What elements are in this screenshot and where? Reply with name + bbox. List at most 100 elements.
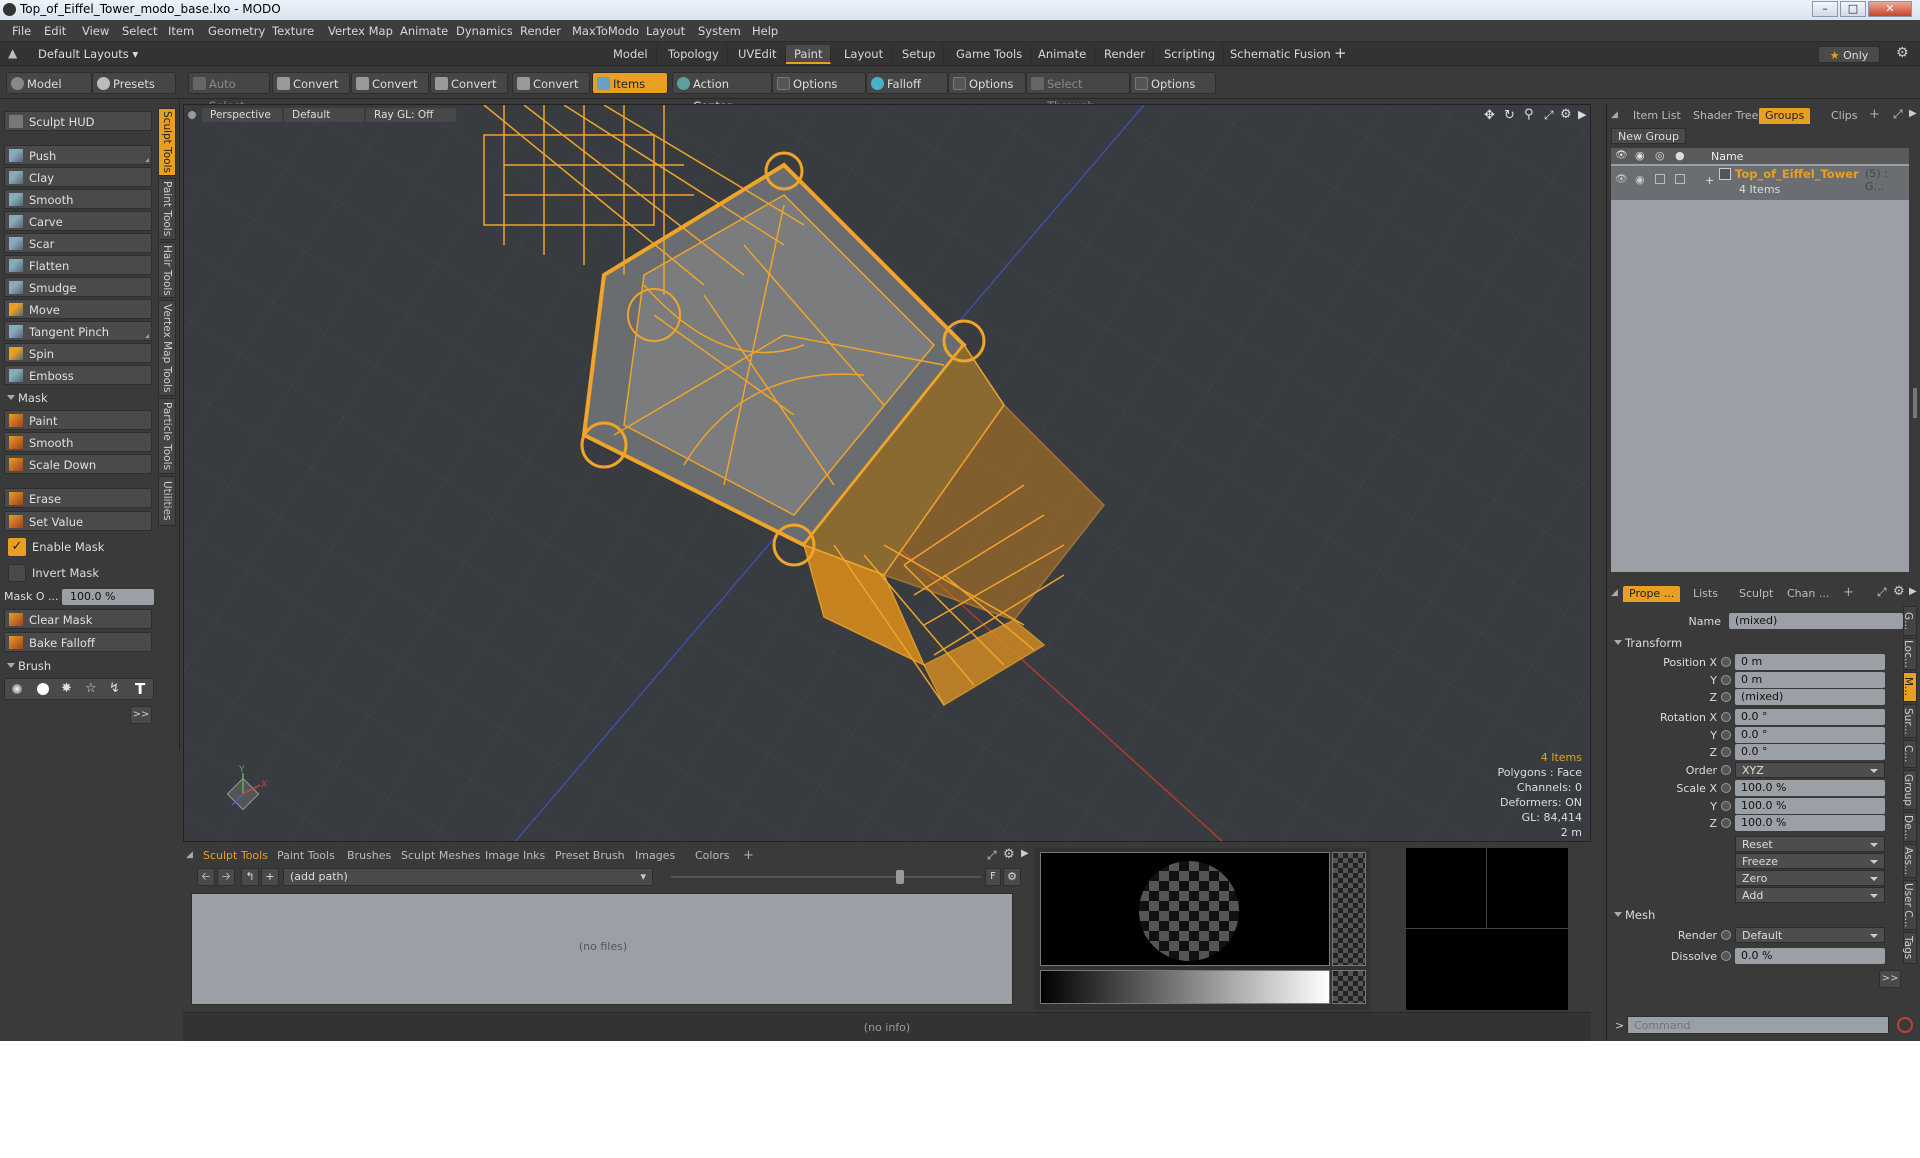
pos-y-anim-dot[interactable] (1721, 675, 1731, 685)
order-dropdown[interactable]: XYZ (1735, 762, 1885, 778)
tab-setup[interactable]: Setup (894, 45, 945, 64)
menu-maxtomodo[interactable]: MaxToModo (572, 24, 639, 38)
order-anim-dot[interactable] (1721, 765, 1731, 775)
tab-groups[interactable]: Groups (1759, 108, 1811, 124)
move-tool[interactable]: Move (4, 299, 152, 319)
more-brushes-button[interactable]: >> (130, 706, 152, 724)
menu-render[interactable]: Render (520, 24, 561, 38)
file-list-area[interactable]: (no files) (191, 893, 1013, 1005)
add-browser-tab-button[interactable]: + (743, 848, 754, 863)
tab-model[interactable]: Model (605, 45, 657, 64)
forward-arrow-icon[interactable]: 🡢 (217, 868, 235, 886)
options-button-3[interactable]: Options (1130, 72, 1216, 94)
menu-geometry[interactable]: Geometry (208, 24, 265, 38)
tab-hair-tools[interactable]: Hair Tools (158, 242, 176, 298)
smudge-tool[interactable]: Smudge (4, 277, 152, 297)
browser-expand-icon[interactable]: ▶ (1021, 848, 1029, 859)
ptab-g[interactable]: G... (1902, 606, 1917, 636)
tab-paint-tools[interactable]: Paint Tools (158, 178, 176, 240)
dissolve-anim-dot[interactable] (1721, 951, 1731, 961)
convert-button-2[interactable]: Convert (351, 72, 429, 94)
props-settings-icon[interactable]: ⚙ (1893, 584, 1905, 599)
mesh-section[interactable]: Mesh (1611, 906, 1761, 924)
mask-opacity-field[interactable]: 100.0 % (62, 589, 154, 605)
default-layouts-dropdown[interactable]: Default Layouts ▾ (38, 47, 138, 61)
scale-y-anim-dot[interactable] (1721, 801, 1731, 811)
parent-folder-icon[interactable]: ↰ (241, 868, 259, 886)
panel-menu-icon[interactable]: ◢ (186, 850, 193, 860)
ptab-sur[interactable]: Sur... (1902, 704, 1917, 738)
menu-help[interactable]: Help (752, 24, 778, 38)
tab-schematic-fusion[interactable]: Schematic Fusion (1222, 45, 1340, 64)
shading-default-dropdown[interactable]: Default (284, 108, 364, 122)
mask-paint-tool[interactable]: Paint (4, 410, 152, 430)
maximize-button[interactable]: □ (1840, 1, 1866, 17)
star-brush-icon[interactable]: ☆ (85, 681, 97, 696)
rotation-z-field[interactable]: 0.0 ° (1735, 744, 1885, 760)
tab-clips[interactable]: Clips (1825, 108, 1864, 124)
rotation-y-field[interactable]: 0.0 ° (1735, 727, 1885, 743)
hard-brush-icon[interactable] (37, 683, 49, 695)
push-tool[interactable]: Push (4, 145, 152, 165)
ptab-c[interactable]: C... (1902, 740, 1917, 768)
emboss-tool[interactable]: Emboss (4, 365, 152, 385)
invert-mask-checkbox[interactable] (8, 564, 26, 582)
opacity-swatch[interactable] (1332, 852, 1366, 966)
ptab-loc[interactable]: Loc... (1902, 638, 1917, 670)
transform-section[interactable]: Transform (1611, 634, 1761, 652)
scale-y-field[interactable]: 100.0 % (1735, 798, 1885, 814)
tab-particle-tools[interactable]: Particle Tools (158, 398, 176, 474)
scar-tool[interactable]: Scar (4, 233, 152, 253)
action-center-button[interactable]: Action Center (672, 72, 772, 113)
add-dropdown[interactable]: Add (1735, 887, 1885, 903)
select-through-button[interactable]: Select Through (1026, 72, 1130, 113)
mask-section-header[interactable]: Mask (4, 389, 154, 407)
rot-y-anim-dot[interactable] (1721, 730, 1731, 740)
tab-channels[interactable]: Chan ... (1781, 586, 1835, 602)
browser-options-icon[interactable]: ⚙ (1003, 868, 1021, 886)
menu-view[interactable]: View (82, 24, 109, 38)
tab-utilities[interactable]: Utilities (158, 476, 176, 526)
filter-button[interactable]: F (985, 868, 1001, 886)
add-props-tab-button[interactable]: + (1843, 585, 1854, 600)
tab-sculpt-tools[interactable]: Sculpt Tools (158, 108, 176, 176)
menu-file[interactable]: File (12, 24, 31, 38)
flatten-tool[interactable]: Flatten (4, 255, 152, 275)
btab-preset-brush[interactable]: Preset Brush (549, 848, 631, 864)
browser-maximize-icon[interactable]: ⤢ (987, 848, 997, 863)
group-row[interactable]: 👁 ◉ + Top_of_Eiffel_Tower (5) : G... 4 I… (1611, 166, 1909, 200)
menu-system[interactable]: System (698, 24, 741, 38)
clear-mask-button[interactable]: Clear Mask (4, 609, 152, 629)
pos-z-anim-dot[interactable] (1721, 692, 1731, 702)
tab-sculpt[interactable]: Sculpt (1733, 586, 1779, 602)
props-panel-menu-icon[interactable]: ◢ (1611, 588, 1618, 598)
tab-vertex-map-tools[interactable]: Vertex Map Tools (158, 300, 176, 396)
render-toggle-icon[interactable]: ◉ (1635, 173, 1645, 186)
btab-paint-tools[interactable]: Paint Tools (271, 848, 341, 864)
items-panel-menu-icon[interactable]: ◢ (1611, 110, 1618, 120)
btab-sculpt-tools[interactable]: Sculpt Tools (197, 848, 274, 864)
ptab-tags[interactable]: Tags (1902, 932, 1917, 964)
erase-button[interactable]: Erase (4, 488, 152, 508)
items-maximize-icon[interactable]: ⤢ (1893, 107, 1903, 122)
viewport-expand-icon[interactable]: ▶ (1578, 108, 1586, 121)
convert-button-4[interactable]: Convert (512, 72, 590, 94)
tab-paint[interactable]: Paint (786, 45, 832, 64)
falloff-button[interactable]: Falloff (866, 72, 948, 94)
clay-tool[interactable]: Clay (4, 167, 152, 187)
brush-section-header[interactable]: Brush (4, 657, 154, 675)
rotate-view-icon[interactable]: ↻ (1504, 108, 1515, 123)
menu-select[interactable]: Select (122, 24, 157, 38)
maximize-view-icon[interactable]: ⤢ (1544, 108, 1554, 123)
rotation-x-field[interactable]: 0.0 ° (1735, 709, 1885, 725)
pos-x-anim-dot[interactable] (1721, 657, 1731, 667)
back-arrow-icon[interactable]: 🡠 (197, 868, 215, 886)
btab-image-inks[interactable]: Image Inks (479, 848, 551, 864)
menu-animate[interactable]: Animate (400, 24, 448, 38)
rot-z-anim-dot[interactable] (1721, 747, 1731, 757)
add-items-tab-button[interactable]: + (1869, 107, 1880, 122)
expand-plus-icon[interactable]: + (1705, 174, 1714, 187)
zero-dropdown[interactable]: Zero (1735, 870, 1885, 886)
sculpt-hud-button[interactable]: Sculpt HUD (4, 111, 152, 131)
tab-uvedit[interactable]: UVEdit (730, 45, 786, 64)
